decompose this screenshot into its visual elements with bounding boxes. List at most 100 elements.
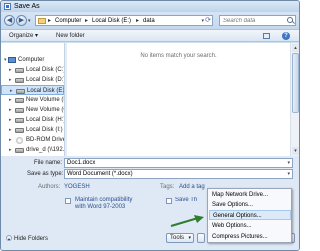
- nav-item-label: BD-ROM Drive (J:): [26, 137, 65, 143]
- save-button[interactable]: [197, 233, 205, 243]
- file-name-value[interactable]: Doc1.docx: [67, 160, 95, 166]
- nav-item-label: drive_d (\\192.1: [26, 147, 65, 153]
- nav-item-local-disk-e[interactable]: ▸ Local Disk (E:): [1, 85, 64, 95]
- help-icon[interactable]: ?: [282, 32, 290, 40]
- tags-label: Tags:: [160, 184, 175, 190]
- annotation-arrow-icon: [170, 215, 204, 227]
- address-dropdown-icon[interactable]: ▾: [201, 17, 204, 25]
- hard-drive-icon: [15, 78, 24, 83]
- nav-item-label: Local Disk (I:): [26, 127, 63, 133]
- tools-button[interactable]: Tools ▾: [166, 233, 194, 243]
- hard-drive-icon: [15, 98, 24, 103]
- organize-menu-button[interactable]: Organize ▾: [9, 32, 38, 40]
- nav-item-local-disk-i[interactable]: ▸ Local Disk (I:): [1, 125, 64, 135]
- expand-arrow-icon[interactable]: ▸: [9, 65, 12, 75]
- breadcrumb-separator-icon[interactable]: ▸: [85, 17, 88, 25]
- nav-item-bd-rom-drive[interactable]: ▸ BD-ROM Drive (J:): [1, 135, 64, 145]
- command-bar: Organize ▾ New folder ?: [1, 29, 299, 42]
- file-list-pane[interactable]: No items match your search.: [67, 43, 290, 156]
- collapse-chevron-icon: ▴: [6, 235, 12, 242]
- empty-results-message: No items match your search.: [140, 53, 217, 59]
- nav-item-local-disk-c[interactable]: ▸ Local Disk (C:): [1, 65, 64, 75]
- menu-item-general-options[interactable]: General Options...: [209, 210, 291, 220]
- vertical-scrollbar[interactable]: ▴ ▾: [290, 43, 299, 156]
- menu-item-compress-pictures[interactable]: Compress Pictures...: [209, 232, 291, 242]
- save-as-type-value[interactable]: Word Document (*.docx): [67, 171, 133, 177]
- scroll-up-icon[interactable]: ▴: [292, 44, 299, 52]
- navigation-pane: ▾ Computer ▸ Local Disk (C:) ▸ Local Dis…: [1, 43, 65, 156]
- save-thumbnail-label[interactable]: Save Th: [175, 197, 205, 204]
- search-box[interactable]: [219, 15, 296, 26]
- tools-dropdown-icon: ▾: [188, 235, 191, 241]
- hard-drive-icon: [15, 68, 24, 73]
- authors-label: Authors:: [38, 184, 61, 190]
- add-tag-link[interactable]: Add a tag: [179, 183, 205, 191]
- nav-item-label: New Volume (G:): [26, 107, 64, 113]
- breadcrumb-separator-icon[interactable]: ▸: [48, 17, 51, 25]
- save-thumbnail-checkbox[interactable]: [166, 198, 172, 204]
- nav-item-label: Computer: [18, 57, 45, 63]
- authors-value[interactable]: YOGESH: [64, 183, 90, 191]
- word-app-icon: [4, 3, 11, 10]
- file-name-field[interactable]: Doc1.docx ▾: [64, 158, 293, 168]
- file-name-label: File name:: [34, 160, 63, 166]
- breadcrumb-data[interactable]: data: [143, 17, 155, 25]
- expand-chevron-icon[interactable]: ▾: [4, 55, 7, 65]
- window-title: Save As: [14, 3, 40, 10]
- folder-icon: [38, 18, 46, 24]
- address-bar-row: ◀ ▶ ▾ ▸ Computer ▸ Local Disk (E:) ▸ dat…: [1, 12, 299, 29]
- forward-button[interactable]: ▶: [16, 15, 27, 26]
- new-folder-button[interactable]: New folder: [56, 32, 85, 40]
- scrollbar-thumb[interactable]: [292, 53, 299, 113]
- hide-folders-button[interactable]: ▴ Hide Folders: [6, 235, 48, 243]
- file-name-dropdown-icon[interactable]: ▾: [287, 159, 290, 167]
- save-as-type-label: Save as type:: [27, 171, 64, 177]
- menu-item-save-options[interactable]: Save Options...: [209, 200, 291, 210]
- address-field[interactable]: ▸ Computer ▸ Local Disk (E:) ▸ data ▾ ⟳: [35, 15, 213, 26]
- nav-item-new-volume-g[interactable]: ▸ New Volume (G:): [1, 105, 64, 115]
- expand-arrow-icon[interactable]: ▸: [9, 115, 12, 125]
- nav-item-label: Local Disk (C:): [26, 67, 65, 73]
- breadcrumb-local-disk-e[interactable]: Local Disk (E:): [92, 17, 131, 25]
- nav-item-computer[interactable]: ▾ Computer: [1, 55, 64, 65]
- nav-item-network-drive[interactable]: ▸ drive_d (\\192.1: [1, 145, 64, 155]
- disc-drive-icon: [16, 137, 23, 144]
- hard-drive-icon: [15, 118, 24, 123]
- change-view-icon[interactable]: [263, 33, 270, 39]
- hide-folders-label: Hide Folders: [14, 236, 49, 242]
- expand-arrow-icon[interactable]: ▸: [9, 125, 12, 135]
- expand-arrow-icon[interactable]: ▸: [9, 135, 12, 145]
- breadcrumb-computer[interactable]: Computer: [55, 17, 81, 25]
- network-drive-icon: [15, 148, 24, 153]
- nav-item-label: Local Disk (D:): [26, 77, 65, 83]
- hard-drive-icon: [16, 89, 25, 94]
- nav-item-local-disk-d[interactable]: ▸ Local Disk (D:): [1, 75, 64, 85]
- breadcrumb-separator-icon[interactable]: ▸: [136, 17, 139, 25]
- menu-item-map-network-drive[interactable]: Map Network Drive...: [209, 190, 291, 200]
- expand-arrow-icon[interactable]: ▸: [9, 75, 12, 85]
- save-as-type-dropdown-icon[interactable]: ▾: [287, 170, 290, 178]
- title-bar: Save As: [1, 1, 299, 12]
- back-button[interactable]: ◀: [4, 15, 15, 26]
- nav-item-new-volume-f[interactable]: ▸ New Volume (F:): [1, 95, 64, 105]
- nav-item-label: Local Disk (H:): [26, 117, 65, 123]
- computer-icon: [8, 57, 16, 63]
- save-as-dialog: Save As ◀ ▶ ▾ ▸ Computer ▸ Local Disk (E…: [0, 0, 300, 251]
- nav-item-local-disk-h[interactable]: ▸ Local Disk (H:): [1, 115, 64, 125]
- tools-menu: Map Network Drive... Save Options... Gen…: [207, 188, 292, 243]
- tools-label: Tools: [170, 235, 185, 241]
- save-as-type-select[interactable]: Word Document (*.docx) ▾: [64, 169, 293, 179]
- nav-item-label: New Volume (F:): [26, 97, 64, 103]
- recent-locations-chevron-icon[interactable]: ▾: [28, 18, 31, 24]
- expand-arrow-icon[interactable]: ▸: [9, 105, 12, 115]
- maintain-compatibility-checkbox[interactable]: [65, 198, 71, 204]
- hard-drive-icon: [15, 128, 24, 133]
- expand-arrow-icon[interactable]: ▸: [9, 95, 12, 105]
- scroll-down-icon[interactable]: ▾: [292, 147, 299, 155]
- maintain-compatibility-label[interactable]: Maintain compatibility with Word 97-2003: [75, 197, 137, 211]
- expand-arrow-icon[interactable]: ▸: [9, 145, 12, 155]
- search-icon[interactable]: [287, 17, 293, 23]
- refresh-icon[interactable]: ⟳: [205, 16, 211, 25]
- search-input[interactable]: [223, 16, 283, 25]
- menu-item-web-options[interactable]: Web Options...: [209, 221, 291, 231]
